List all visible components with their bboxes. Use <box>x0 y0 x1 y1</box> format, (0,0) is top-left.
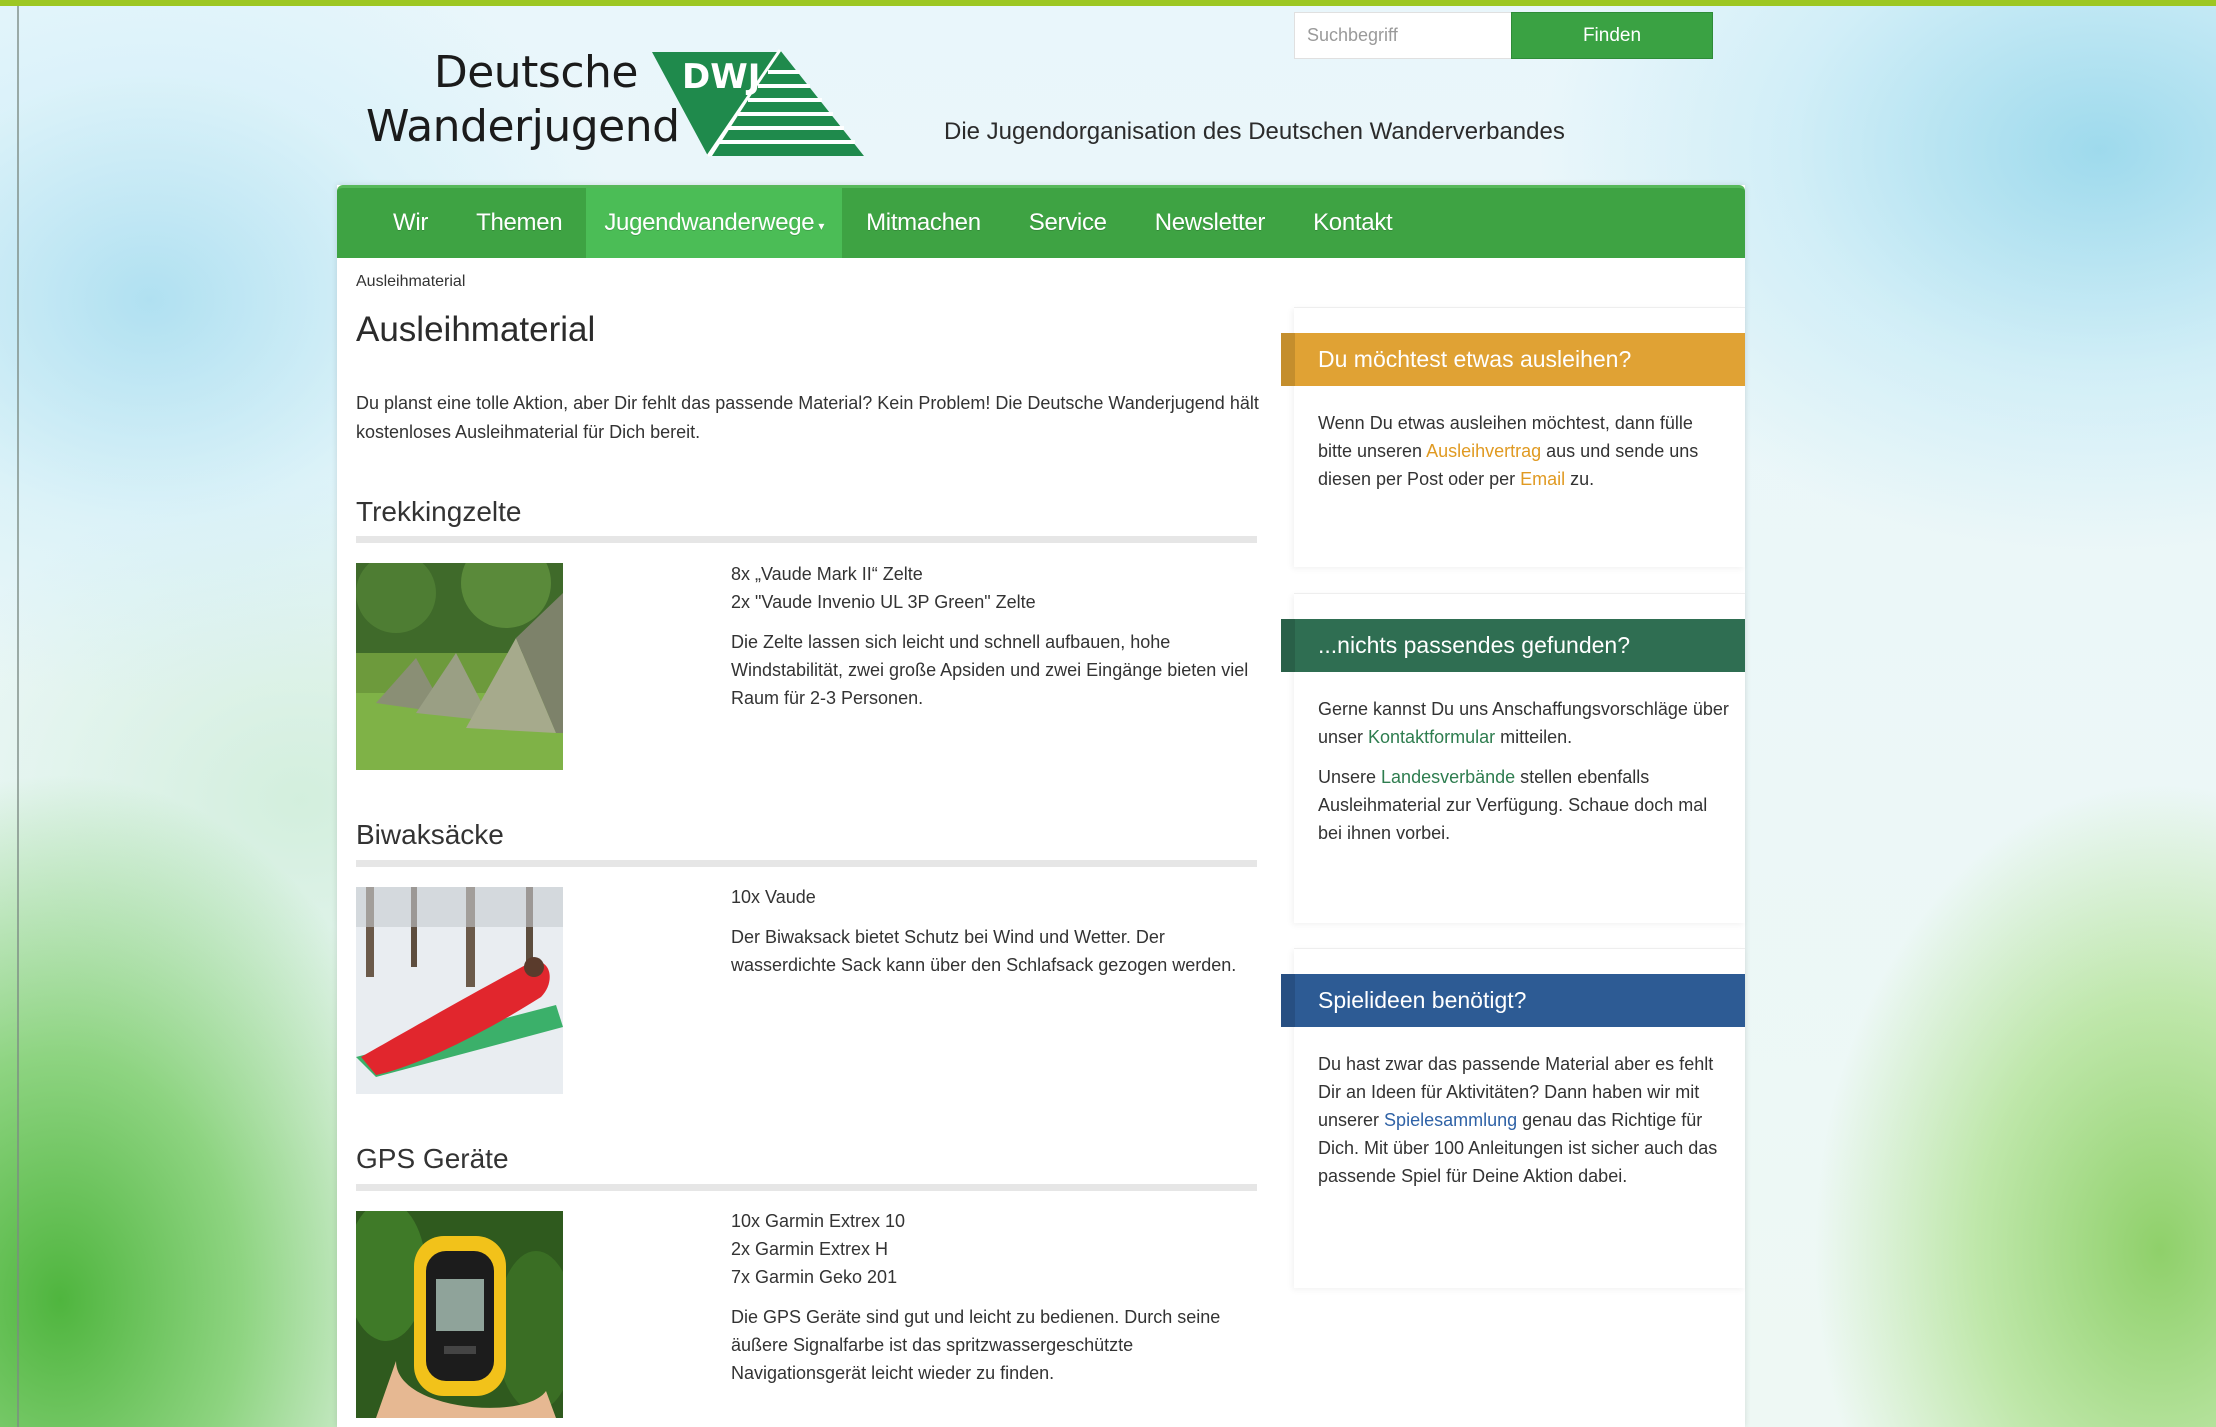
top-accent-bar <box>0 0 2216 6</box>
sidebar-box-nothing-found: ...nichts passendes gefunden? Gerne kann… <box>1281 593 1745 923</box>
sidebar-paragraph: Unsere Landesverbände stellen ebenfalls … <box>1318 763 1730 847</box>
item-description: Der Biwaksack bietet Schutz bei Wind und… <box>731 927 1237 975</box>
nav-item-themen[interactable]: Themen <box>452 188 586 258</box>
link-kontaktformular[interactable]: Kontaktformular <box>1368 727 1495 747</box>
link-spielesammlung[interactable]: Spielesammlung <box>1384 1110 1517 1130</box>
nav-label: Themen <box>476 209 563 236</box>
link-email[interactable]: Email <box>1520 469 1565 489</box>
link-ausleihvertrag[interactable]: Ausleihvertrag <box>1426 441 1541 461</box>
text-span: Unsere <box>1318 767 1382 787</box>
logo-wordmark[interactable]: Deutsche Wanderjugend <box>366 46 680 154</box>
page-title: Ausleihmaterial <box>356 310 596 349</box>
nav-label: Kontakt <box>1313 209 1393 236</box>
sidebar-paragraph: Gerne kannst Du uns Anschaffungsvorschlä… <box>1318 695 1730 751</box>
link-landesverbaende[interactable]: Landesverbände <box>1381 767 1515 787</box>
chevron-down-icon: ▾ <box>818 219 825 233</box>
section-divider <box>356 536 1257 543</box>
item-details-gps-geraete: 10x Garmin Extrex 10 2x Garmin Extrex H … <box>731 1207 1261 1387</box>
search-input[interactable] <box>1294 12 1512 59</box>
text-span: mitteilen. <box>1495 727 1573 747</box>
nav-label: Jugendwanderwege <box>604 209 815 236</box>
section-title-gps-geraete: GPS Geräte <box>356 1143 509 1174</box>
item-line: 10x Vaude <box>731 887 816 907</box>
site-tagline: Die Jugendorganisation des Deutschen Wan… <box>944 118 1565 145</box>
item-line: 10x Garmin Extrex 10 <box>731 1211 906 1231</box>
nav-item-service[interactable]: Service <box>1005 188 1131 258</box>
sidebar-box-borrow: Du möchtest etwas ausleihen? Wenn Du etw… <box>1281 307 1745 567</box>
nav-item-newsletter[interactable]: Newsletter <box>1131 188 1289 258</box>
item-description: Die Zelte lassen sich leicht und schnell… <box>731 632 1249 708</box>
nav-label: Wir <box>393 209 429 236</box>
item-line: 7x Garmin Geko 201 <box>731 1267 898 1287</box>
main-container: Wir Themen Jugendwanderwege ▾ Mitmachen S… <box>337 185 1745 1427</box>
nav-label: Service <box>1028 209 1107 236</box>
left-edge-line <box>17 6 19 1427</box>
sidebar-paragraph: Wenn Du etwas ausleihen möchtest, dann f… <box>1318 409 1730 493</box>
bivy-sack-image[interactable] <box>356 887 563 1094</box>
dwj-logo-icon[interactable]: DWJ <box>652 48 864 158</box>
text-span: zu. <box>1565 469 1595 489</box>
item-line: 2x "Vaude Invenio UL 3P Green" Zelte <box>731 592 1036 612</box>
section-title-biwaksaecke: Biwaksäcke <box>356 819 504 850</box>
sidebar-box-text: Gerne kannst Du uns Anschaffungsvorschlä… <box>1318 695 1730 859</box>
intro-text: Du planst eine tolle Aktion, aber Dir fe… <box>356 393 1259 442</box>
item-line: 8x „Vaude Mark II“ Zelte <box>731 564 923 584</box>
sidebar-box-title: ...nichts passendes gefunden? <box>1281 619 1745 672</box>
logo-line-2: Wanderjugend <box>366 101 680 152</box>
nav-item-kontakt[interactable]: Kontakt <box>1289 188 1416 258</box>
sidebar-box-text: Wenn Du etwas ausleihen möchtest, dann f… <box>1318 409 1730 505</box>
tents-image[interactable] <box>356 563 563 770</box>
section-divider <box>356 860 1257 867</box>
item-details-trekkingzelte: 8x „Vaude Mark II“ Zelte 2x "Vaude Inven… <box>731 560 1261 712</box>
nav-item-jugendwanderwege[interactable]: Jugendwanderwege ▾ <box>586 188 843 258</box>
sidebar-box-title: Spielideen benötigt? <box>1281 974 1745 1027</box>
nav-item-mitmachen[interactable]: Mitmachen <box>842 188 1005 258</box>
main-navigation: Wir Themen Jugendwanderwege ▾ Mitmachen S… <box>337 185 1745 258</box>
logo-badge-text: DWJ <box>682 57 760 97</box>
item-description: Die GPS Geräte sind gut und leicht zu be… <box>731 1307 1221 1383</box>
nav-label: Newsletter <box>1154 209 1266 236</box>
section-title-trekkingzelte: Trekkingzelte <box>356 496 522 527</box>
nav-item-wir[interactable]: Wir <box>369 188 452 258</box>
item-details-biwaksaecke: 10x Vaude Der Biwaksack bietet Schutz be… <box>731 883 1261 979</box>
search-button[interactable]: Finden <box>1511 12 1713 59</box>
sidebar-box-game-ideas: Spielideen benötigt? Du hast zwar das pa… <box>1281 948 1745 1288</box>
breadcrumb: Ausleihmaterial <box>356 273 466 290</box>
sidebar-box-title: Du möchtest etwas ausleihen? <box>1281 333 1745 386</box>
gps-device-image[interactable] <box>356 1211 563 1418</box>
nav-label: Mitmachen <box>866 209 981 236</box>
sidebar-paragraph: Du hast zwar das passende Material aber … <box>1318 1050 1730 1190</box>
section-divider <box>356 1184 1257 1191</box>
item-line: 2x Garmin Extrex H <box>731 1239 889 1259</box>
sidebar-box-text: Du hast zwar das passende Material aber … <box>1318 1050 1730 1202</box>
logo-line-1: Deutsche <box>433 47 639 98</box>
